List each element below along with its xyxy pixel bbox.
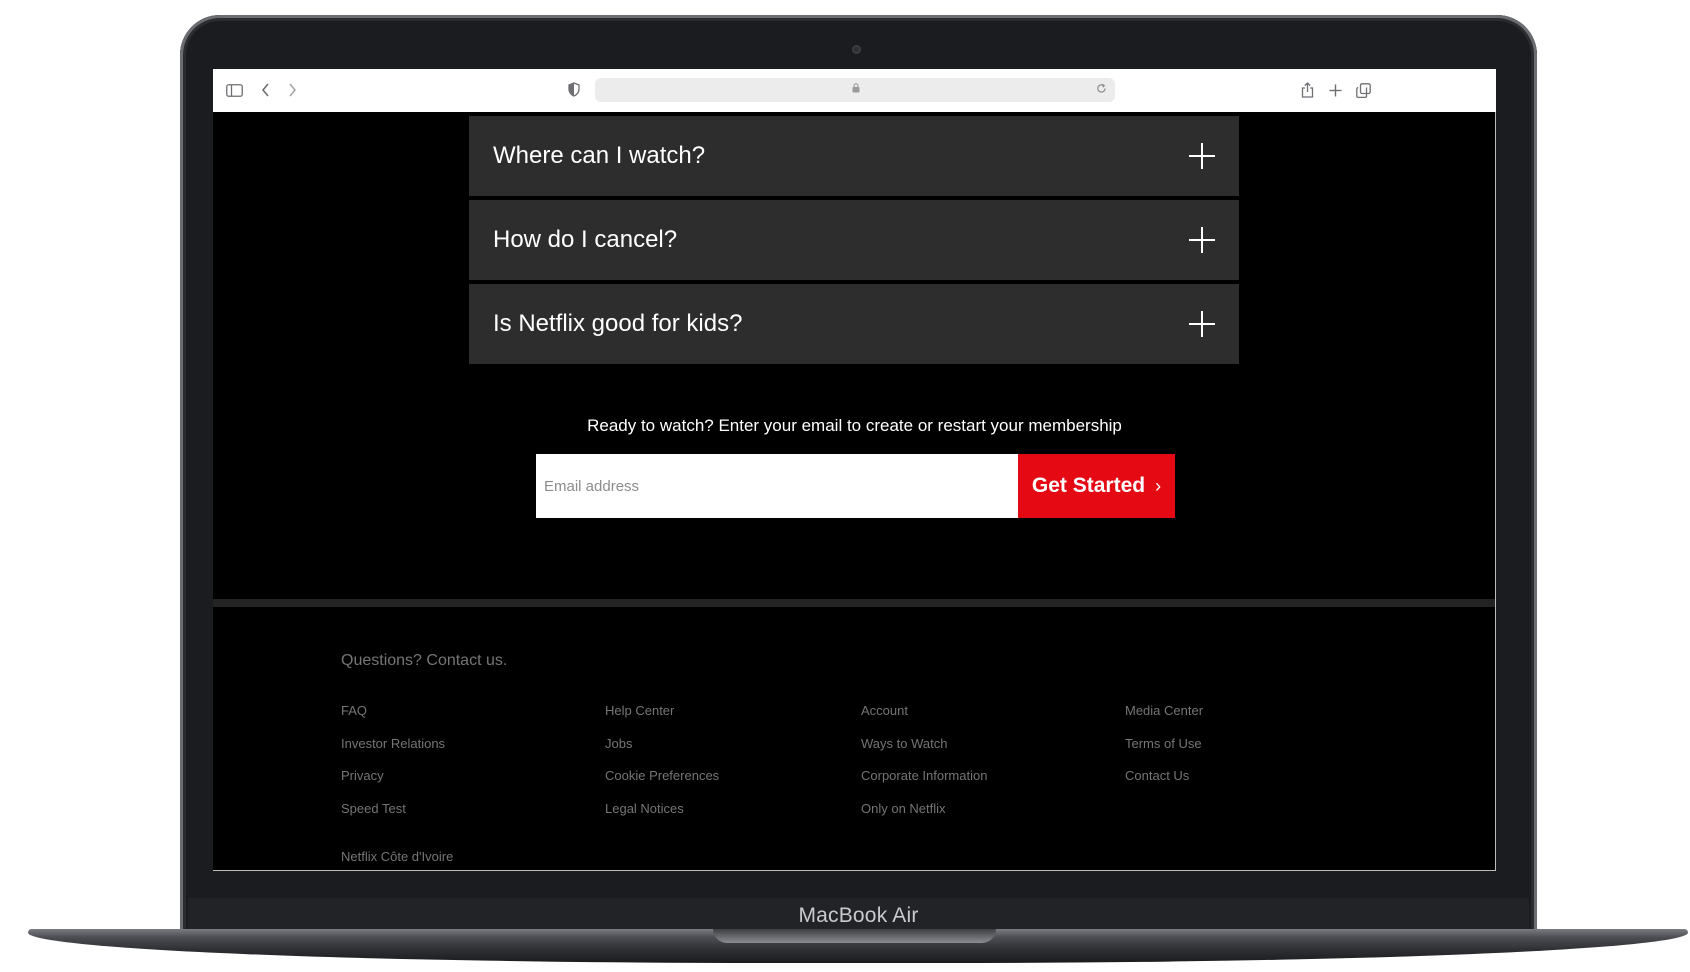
faq-item[interactable]: Where can I watch? bbox=[469, 116, 1239, 196]
plus-icon bbox=[1189, 227, 1215, 253]
footer-link-legal-notices[interactable]: Legal Notices bbox=[605, 801, 719, 834]
address-bar[interactable] bbox=[595, 78, 1115, 102]
footer-link-jobs[interactable]: Jobs bbox=[605, 736, 719, 769]
footer-link-investor-relations[interactable]: Investor Relations bbox=[341, 736, 445, 769]
device-label: MacBook Air bbox=[798, 904, 919, 927]
footer-column: Account Ways to Watch Corporate Informat… bbox=[861, 703, 987, 833]
faq-question: Where can I watch? bbox=[493, 142, 706, 169]
footer-link-help-center[interactable]: Help Center bbox=[605, 703, 719, 736]
browser-screen: Where can I watch? How do I cancel? Is N… bbox=[213, 69, 1496, 871]
footer-link-privacy[interactable]: Privacy bbox=[341, 768, 445, 801]
faq-item[interactable]: Is Netflix good for kids? bbox=[469, 284, 1239, 364]
plus-icon bbox=[1189, 143, 1215, 169]
footer-link-media-center[interactable]: Media Center bbox=[1125, 703, 1203, 736]
shield-icon[interactable] bbox=[568, 82, 580, 97]
device-mockup: Where can I watch? How do I cancel? Is N… bbox=[0, 0, 1690, 972]
get-started-label: Get Started bbox=[1031, 474, 1146, 497]
browser-toolbar bbox=[213, 69, 1496, 112]
footer-link-speed-test[interactable]: Speed Test bbox=[341, 801, 445, 834]
lock-icon bbox=[849, 82, 863, 98]
footer-link-contact-us[interactable]: Contact Us bbox=[1125, 768, 1203, 801]
get-started-button[interactable]: Get Started › bbox=[1018, 454, 1175, 518]
footer-link-only-on-netflix[interactable]: Only on Netflix bbox=[861, 801, 987, 834]
footer-link-corporate-information[interactable]: Corporate Information bbox=[861, 768, 987, 801]
camera-icon bbox=[852, 45, 861, 54]
section-divider bbox=[213, 599, 1496, 607]
footer-column: FAQ Investor Relations Privacy Speed Tes… bbox=[341, 703, 445, 833]
plus-icon[interactable] bbox=[1324, 79, 1346, 101]
footer-link-cookie-preferences[interactable]: Cookie Preferences bbox=[605, 768, 719, 801]
plus-icon bbox=[1189, 311, 1215, 337]
laptop-notch bbox=[713, 929, 996, 943]
reload-icon[interactable] bbox=[1093, 81, 1109, 99]
faq-question: Is Netflix good for kids? bbox=[493, 310, 743, 337]
chevron-left-icon[interactable] bbox=[255, 79, 277, 101]
sidebar-icon[interactable] bbox=[223, 79, 245, 101]
email-field[interactable] bbox=[536, 454, 1018, 518]
chevron-right-icon[interactable] bbox=[281, 79, 303, 101]
faq-question: How do I cancel? bbox=[493, 226, 678, 253]
footer-column: Media Center Terms of Use Contact Us bbox=[1125, 703, 1203, 801]
footer-link-faq[interactable]: FAQ bbox=[341, 703, 445, 736]
footer-link-ways-to-watch[interactable]: Ways to Watch bbox=[861, 736, 987, 769]
country-label: Netflix Côte d'Ivoire bbox=[341, 849, 454, 864]
share-icon[interactable] bbox=[1296, 79, 1318, 101]
footer-link-account[interactable]: Account bbox=[861, 703, 987, 736]
screen-edge bbox=[213, 870, 1496, 871]
chevron-right-icon: › bbox=[1155, 475, 1162, 496]
contact-link[interactable]: Questions? Contact us. bbox=[341, 652, 507, 670]
footer-link-terms-of-use[interactable]: Terms of Use bbox=[1125, 736, 1203, 769]
screen-edge bbox=[1495, 112, 1496, 871]
faq-item[interactable]: How do I cancel? bbox=[469, 200, 1239, 280]
cta-text: Ready to watch? Enter your email to crea… bbox=[587, 416, 1122, 435]
tabs-overview-icon[interactable] bbox=[1352, 79, 1374, 101]
footer-column: Help Center Jobs Cookie Preferences Lega… bbox=[605, 703, 719, 833]
